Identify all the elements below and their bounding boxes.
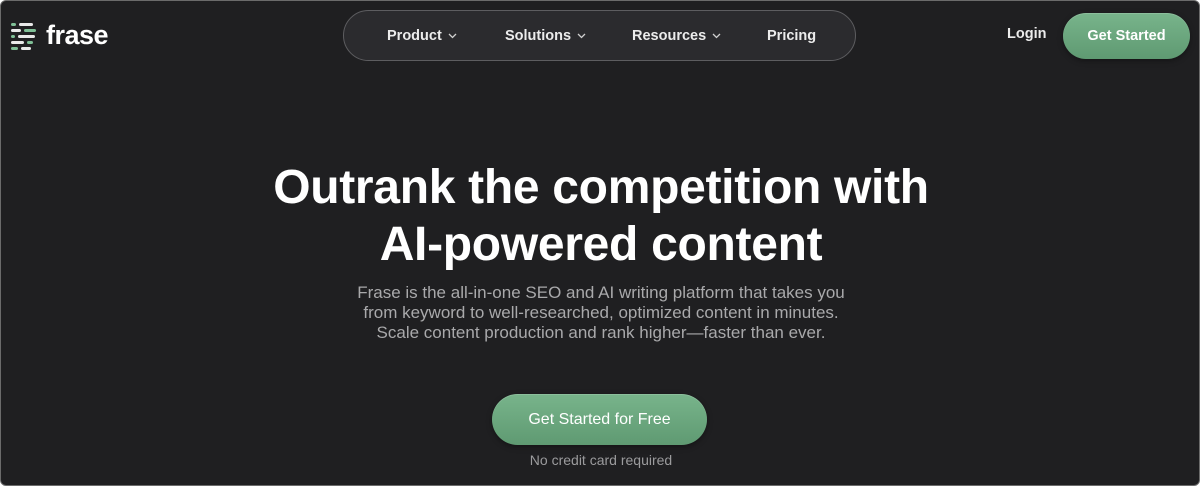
subtext-line-3: Scale content production and rank higher… <box>376 323 826 342</box>
frase-logo[interactable]: frase <box>10 20 109 50</box>
frase-logo-icon <box>11 23 36 50</box>
hero-headline: Outrank the competition with AI-powered … <box>1 159 1199 273</box>
nav-item-product[interactable]: Product <box>387 11 457 60</box>
get-started-free-button[interactable]: Get Started for Free <box>492 394 707 445</box>
chevron-down-icon <box>712 33 721 38</box>
chevron-down-icon <box>448 33 457 38</box>
page: frase Product Solutions Resources Pricin… <box>0 0 1200 486</box>
main-nav: Product Solutions Resources Pricing <box>343 10 856 61</box>
nav-item-label: Solutions <box>505 27 572 44</box>
logo-text: frase <box>46 20 109 50</box>
nav-item-label: Product <box>387 27 442 44</box>
subtext-line-1: Frase is the all-in-one SEO and AI writi… <box>357 283 845 302</box>
nav-item-label: Pricing <box>767 27 817 44</box>
nav-item-pricing[interactable]: Pricing <box>767 11 816 60</box>
nav-item-resources[interactable]: Resources <box>632 11 721 60</box>
nav-item-solutions[interactable]: Solutions <box>505 11 586 60</box>
get-started-button[interactable]: Get Started <box>1063 13 1190 59</box>
headline-line-2: AI-powered content <box>379 218 823 271</box>
no-credit-card-note: No credit card required <box>529 452 673 468</box>
nav-item-label: Resources <box>632 27 707 44</box>
headline-line-1: Outrank the competition with <box>273 161 929 214</box>
subtext-line-2: from keyword to well-researched, optimiz… <box>363 303 839 322</box>
login-link[interactable]: Login <box>1007 26 1046 42</box>
hero-subtext: Frase is the all-in-one SEO and AI writi… <box>301 283 901 343</box>
chevron-down-icon <box>577 33 586 38</box>
